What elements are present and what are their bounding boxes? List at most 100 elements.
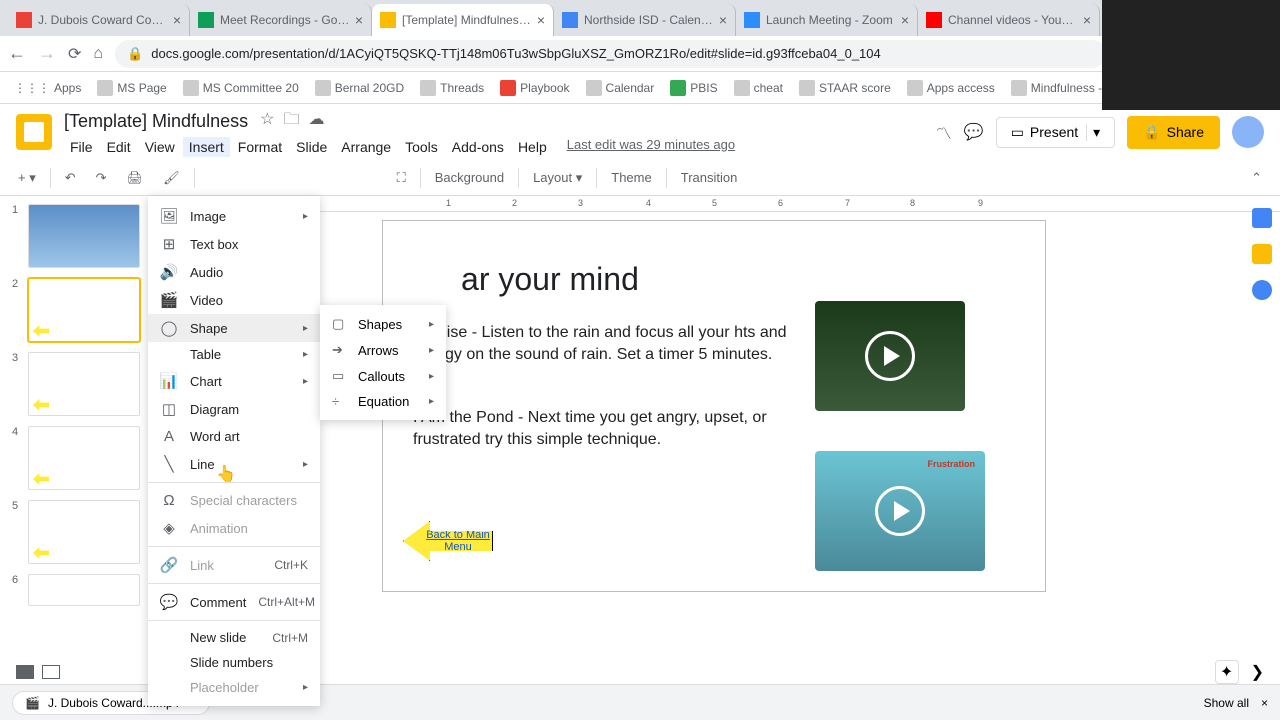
browser-tab-active[interactable]: [Template] Mindfulness - Goo×: [372, 4, 554, 36]
slide-thumbnail[interactable]: [28, 500, 140, 564]
close-icon[interactable]: ×: [719, 12, 727, 28]
slide-thumbnail[interactable]: [28, 574, 140, 606]
tasks-icon[interactable]: [1252, 280, 1272, 300]
bookmark-item[interactable]: Bernal 20GD: [309, 76, 410, 100]
close-icon[interactable]: ×: [355, 12, 363, 28]
menu-help[interactable]: Help: [512, 137, 553, 157]
submenu-shapes[interactable]: ▢Shapes▸: [320, 311, 446, 337]
menu-item-diagram[interactable]: ◫Diagram: [148, 395, 320, 423]
video-thumbnail[interactable]: Frustration: [815, 451, 985, 571]
layout-button[interactable]: Layout ▾: [527, 166, 588, 190]
calendar-icon[interactable]: [1252, 208, 1272, 228]
menu-item-comment[interactable]: 💬CommentCtrl+Alt+M: [148, 588, 320, 616]
close-icon[interactable]: ×: [1261, 696, 1268, 710]
chevron-down-icon[interactable]: ▾: [1086, 124, 1100, 141]
menu-slide[interactable]: Slide: [290, 137, 333, 157]
transition-button[interactable]: Transition: [675, 166, 744, 189]
video-thumbnail[interactable]: [815, 301, 965, 411]
close-icon[interactable]: ×: [901, 12, 909, 28]
menu-edit[interactable]: Edit: [101, 137, 137, 157]
menu-item-chart[interactable]: 📊Chart▸: [148, 367, 320, 395]
menu-view[interactable]: View: [139, 137, 181, 157]
bookmark-item[interactable]: Threads: [414, 76, 490, 100]
paint-format-button[interactable]: 🖌: [157, 166, 186, 190]
menu-item-image[interactable]: 🖼Image▸: [148, 202, 320, 230]
comments-icon[interactable]: 💬: [964, 122, 984, 142]
fit-button[interactable]: ⛶: [391, 166, 412, 190]
menu-item-textbox[interactable]: ⊞Text box: [148, 230, 320, 258]
home-button[interactable]: ⌂: [93, 45, 103, 63]
menu-format[interactable]: Format: [232, 137, 288, 157]
slide-thumbnail[interactable]: [28, 204, 140, 268]
slide-title[interactable]: Clear your mind: [413, 261, 1015, 298]
menu-insert[interactable]: Insert: [183, 137, 230, 157]
redo-button[interactable]: ↷: [90, 166, 113, 190]
star-icon[interactable]: ☆: [260, 111, 274, 128]
menu-tools[interactable]: Tools: [399, 137, 444, 157]
last-edit-link[interactable]: Last edit was 29 minutes ago: [567, 137, 735, 157]
back-button[interactable]: ←: [8, 43, 26, 64]
submenu-equation[interactable]: ÷Equation▸: [320, 389, 446, 414]
menu-item-shape[interactable]: ◯Shape▸: [148, 314, 320, 342]
move-icon[interactable]: 🗀: [283, 111, 299, 128]
background-button[interactable]: Background: [429, 166, 510, 189]
menu-item-newslide[interactable]: New slideCtrl+M: [148, 625, 320, 650]
new-slide-button[interactable]: + ▾: [12, 166, 42, 190]
print-button[interactable]: 🖨: [121, 166, 150, 190]
menu-item-table[interactable]: Table▸: [148, 342, 320, 367]
submenu-callouts[interactable]: ▭Callouts▸: [320, 363, 446, 389]
apps-button[interactable]: ⋮⋮⋮Apps: [8, 77, 87, 99]
browser-tab[interactable]: J. Dubois Coward Counselor T×: [8, 4, 190, 36]
show-all-button[interactable]: Show all: [1204, 696, 1249, 710]
bookmark-item[interactable]: PBIS: [664, 76, 723, 100]
browser-tab[interactable]: Northside ISD - Calendar - We×: [554, 4, 736, 36]
slide-thumbnail-selected[interactable]: [28, 278, 140, 342]
browser-tab[interactable]: Launch Meeting - Zoom×: [736, 4, 918, 36]
back-link-arrow[interactable]: Back to Main Menu: [403, 521, 493, 561]
menu-addons[interactable]: Add-ons: [446, 137, 510, 157]
browser-tab[interactable]: Meet Recordings - Google Dr×: [190, 4, 372, 36]
bookmark-item[interactable]: MS Page: [91, 76, 172, 100]
menu-item-wordart[interactable]: AWord art: [148, 423, 320, 450]
url-input[interactable]: 🔒docs.google.com/presentation/d/1ACyiQT5…: [115, 40, 1106, 68]
bookmark-item[interactable]: Playbook: [494, 76, 575, 100]
bookmark-item[interactable]: cheat: [728, 76, 789, 100]
filmstrip-view-button[interactable]: [16, 665, 34, 679]
slides-logo-icon[interactable]: [16, 114, 52, 150]
slide-canvas[interactable]: Clear your mind e Noise - Listen to the …: [382, 220, 1046, 592]
slide-thumbnail[interactable]: [28, 426, 140, 490]
menu-item-slidenumbers[interactable]: Slide numbers: [148, 650, 320, 675]
explore-button[interactable]: ✦: [1215, 660, 1239, 684]
browser-tab[interactable]: Channel videos - YouTube Stu×: [918, 4, 1100, 36]
share-button[interactable]: 🔒Share: [1127, 116, 1220, 149]
menu-item-audio[interactable]: 🔊Audio: [148, 258, 320, 286]
bookmark-item[interactable]: MS Committee 20: [177, 76, 305, 100]
submenu-arrows[interactable]: ➔Arrows▸: [320, 337, 446, 363]
bookmark-item[interactable]: STAAR score: [793, 76, 897, 100]
keep-icon[interactable]: [1252, 244, 1272, 264]
forward-button[interactable]: →: [38, 43, 56, 64]
avatar[interactable]: [1232, 116, 1264, 148]
activity-icon[interactable]: 〽: [936, 120, 952, 144]
slide-thumbnail[interactable]: [28, 352, 140, 416]
bookmarks-bar: ⋮⋮⋮Apps MS Page MS Committee 20 Bernal 2…: [0, 72, 1280, 104]
undo-button[interactable]: ↶: [59, 166, 82, 190]
menu-arrange[interactable]: Arrange: [335, 137, 397, 157]
close-icon[interactable]: ×: [173, 12, 181, 28]
slide-body-text[interactable]: e Noise - Listen to the rain and focus a…: [413, 322, 793, 367]
grid-view-button[interactable]: [42, 665, 60, 679]
chevron-right-icon[interactable]: ❯: [1251, 662, 1264, 682]
cloud-icon[interactable]: ☁: [308, 111, 324, 128]
slide-body-text[interactable]: I Am the Pond - Next time you get angry,…: [413, 407, 793, 452]
bookmark-item[interactable]: Calendar: [580, 76, 661, 100]
menu-item-video[interactable]: 🎬Video: [148, 286, 320, 314]
bookmark-item[interactable]: Apps access: [901, 76, 1001, 100]
close-icon[interactable]: ×: [1083, 12, 1091, 28]
reload-button[interactable]: ⟳: [68, 44, 81, 64]
document-title[interactable]: [Template] Mindfulness: [64, 111, 248, 132]
collapse-button[interactable]: ⌃: [1245, 166, 1268, 190]
menu-file[interactable]: File: [64, 137, 99, 157]
close-icon[interactable]: ×: [537, 12, 545, 28]
present-button[interactable]: ▭Present▾: [996, 117, 1116, 148]
theme-button[interactable]: Theme: [605, 166, 657, 189]
